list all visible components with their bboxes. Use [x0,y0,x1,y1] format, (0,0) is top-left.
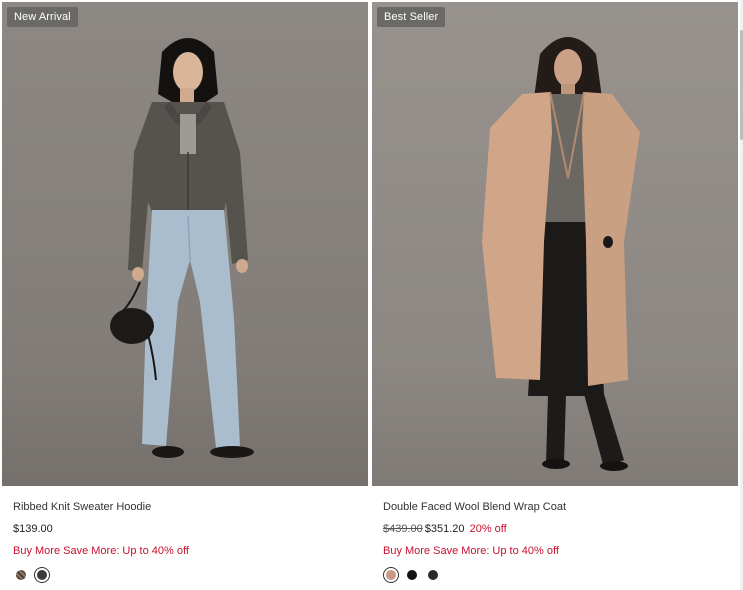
promo-text: Buy More Save More: Up to 40% off [383,545,559,557]
product-grid: New Arrival Ribbed Knit Sweater Hoodie $… [2,2,740,590]
product-card[interactable]: Best Seller Double Faced Wool Blend Wrap… [372,2,740,590]
promo-text: Buy More Save More: Up to 40% off [13,545,189,557]
color-swatch-tweed[interactable] [13,567,29,583]
product-photo-coat [372,2,738,486]
product-price: $139.00 [13,523,53,535]
product-photo-hoodie [2,2,368,486]
discount-label: 20% off [469,523,507,535]
swatch-color [386,570,396,580]
color-swatch-charcoal[interactable] [425,567,441,583]
swatch-color [16,570,26,580]
swatch-color [407,570,417,580]
color-swatches [383,566,732,584]
color-swatch-camel-selected[interactable] [383,567,399,583]
sale-price: $351.20 [424,523,465,535]
original-price: $439.00 [383,523,423,535]
product-info: Ribbed Knit Sweater Hoodie $139.00 Buy M… [13,500,362,584]
swatch-color [428,570,438,580]
color-swatch-charcoal-selected[interactable] [34,567,50,583]
price-row: $139.00 [13,522,362,536]
product-badge: New Arrival [7,7,78,27]
product-image[interactable]: Best Seller [372,2,738,486]
price-row: $439.00 $351.20 20% off [383,522,732,536]
swatch-color [37,570,47,580]
product-image[interactable]: New Arrival [2,2,368,486]
product-title[interactable]: Double Faced Wool Blend Wrap Coat [383,500,732,514]
product-info: Double Faced Wool Blend Wrap Coat $439.0… [383,500,732,584]
product-title[interactable]: Ribbed Knit Sweater Hoodie [13,500,362,514]
color-swatches [13,566,362,584]
product-card[interactable]: New Arrival Ribbed Knit Sweater Hoodie $… [2,2,370,590]
color-swatch-black[interactable] [404,567,420,583]
product-badge: Best Seller [377,7,446,27]
